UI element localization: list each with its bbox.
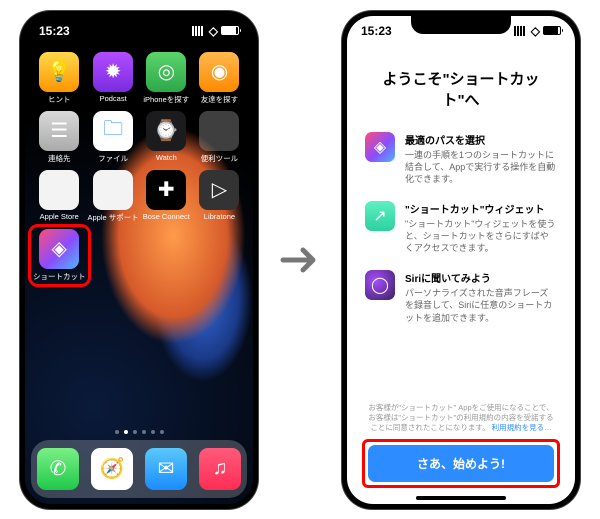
highlight-start-button: さあ、始めよう! [362, 439, 560, 488]
app-apple-support[interactable]: Apple サポート [88, 170, 139, 223]
app-label: 便利ツール [201, 153, 239, 164]
feature-widget: ↗ "ショートカット"ウィジェット "ショートカット"ウィジェットを使うと、ショ… [365, 201, 557, 254]
terms-link[interactable]: 利用規約を見る… [492, 423, 552, 432]
siri-icon: ◯ [365, 270, 395, 300]
dock-music[interactable]: ♫ [199, 448, 241, 490]
feature-desc: "ショートカット"ウィジェットを使うと、ショートカットをさらにすばやくアクセスで… [405, 218, 557, 254]
dock: ✆ 🧭 ✉ ♫ [31, 440, 247, 498]
app-contacts[interactable]: ☰ 連絡先 [33, 111, 86, 164]
arrow-right-icon [276, 239, 324, 281]
wifi-icon: ◇ [209, 24, 218, 38]
phone-welcome-screen: 15:23 ◇ ようこそ"ショートカット"へ ◈ 最適のパスを選択 一連の手順を… [342, 11, 580, 509]
app-label: ヒント [48, 94, 71, 105]
signal-icon [514, 26, 528, 36]
app-label: 連絡先 [48, 153, 71, 164]
feature-title: Siriに聞いてみよう [405, 270, 557, 285]
app-find-iphone[interactable]: ◎ iPhoneを探す [141, 52, 192, 105]
app-grid: 💡 ヒント ✹ Podcast ◎ iPhoneを探す ◉ 友達を探す ☰ 連絡先 🗀 ファ… [25, 46, 253, 282]
app-files[interactable]: 🗀 ファイル [88, 111, 139, 164]
status-indicators: ◇ [192, 24, 239, 38]
welcome-title: ようこそ"ショートカット"へ [365, 68, 557, 110]
battery-icon [543, 26, 561, 35]
dock-phone[interactable]: ✆ [37, 448, 79, 490]
bose-icon: ✚ [146, 170, 186, 210]
phone-home-screen: 15:23 ◇ 💡 ヒント ✹ Podcast ◎ iPhoneを探す ◉ 友達を探す … [20, 11, 258, 509]
app-label: Apple Store [40, 212, 79, 221]
wifi-icon: ◇ [531, 24, 540, 38]
apple-store-icon [39, 170, 79, 210]
feature-title: 最適のパスを選択 [405, 132, 557, 147]
app-label: ファイル [98, 153, 128, 164]
app-watch[interactable]: ⌚ Watch [141, 111, 192, 164]
feature-desc: パーソナライズされた音声フレーズを録音して、Siriに任意のショートカットを追加… [405, 287, 557, 323]
app-label: Podcast [100, 94, 127, 103]
find-friends-icon: ◉ [199, 52, 239, 92]
app-bose-connect[interactable]: ✚ Bose Connect [141, 170, 192, 223]
feature-desc: 一連の手順を1つのショートカットに結合して、Appで実行する操作を自動化できます… [405, 149, 557, 185]
app-utilities-folder[interactable]: 便利ツール [194, 111, 245, 164]
apple-support-icon [93, 170, 133, 210]
feature-siri: ◯ Siriに聞いてみよう パーソナライズされた音声フレーズを録音して、Siri… [365, 270, 557, 323]
dock-safari[interactable]: 🧭 [91, 448, 133, 490]
app-libratone[interactable]: ▷ Libratone [194, 170, 245, 223]
start-button[interactable]: さあ、始めよう! [368, 445, 554, 482]
status-time: 15:23 [39, 24, 70, 38]
find-iphone-icon: ◎ [146, 52, 186, 92]
app-shortcuts[interactable]: ◈ ショートカット [33, 229, 86, 282]
app-label: Apple サポート [88, 212, 139, 223]
status-time: 15:23 [361, 24, 392, 38]
shortcuts-icon: ◈ [365, 132, 395, 162]
podcast-icon: ✹ [93, 52, 133, 92]
utilities-folder-icon [199, 111, 239, 151]
shortcuts-icon: ◈ [39, 229, 79, 269]
app-label: 友達を探す [201, 94, 239, 105]
legal-text: お客様が"ショートカット" Appをご使用になることで、お客様は"ショートカット… [365, 403, 557, 432]
widget-icon: ↗ [365, 201, 395, 231]
status-bar: 15:23 ◇ [25, 16, 253, 46]
battery-icon [221, 26, 239, 35]
tips-icon: 💡 [39, 52, 79, 92]
app-tips[interactable]: 💡 ヒント [33, 52, 86, 105]
contacts-icon: ☰ [39, 111, 79, 151]
home-indicator[interactable] [416, 496, 506, 500]
highlight-shortcuts-app: ◈ ショートカット [28, 224, 91, 287]
signal-icon [192, 26, 206, 36]
app-podcast[interactable]: ✹ Podcast [88, 52, 139, 105]
dock-mail[interactable]: ✉ [145, 448, 187, 490]
feature-shortest-path: ◈ 最適のパスを選択 一連の手順を1つのショートカットに結合して、Appで実行す… [365, 132, 557, 185]
feature-title: "ショートカット"ウィジェット [405, 201, 557, 216]
app-find-friends[interactable]: ◉ 友達を探す [194, 52, 245, 105]
status-indicators: ◇ [514, 24, 561, 38]
app-label: iPhoneを探す [143, 94, 189, 105]
page-dots[interactable] [25, 430, 253, 434]
app-label: ショートカット [33, 271, 86, 282]
watch-icon: ⌚ [146, 111, 186, 151]
app-apple-store[interactable]: Apple Store [33, 170, 86, 223]
libratone-icon: ▷ [199, 170, 239, 210]
app-label: Libratone [204, 212, 235, 221]
files-icon: 🗀 [93, 111, 133, 151]
app-label: Watch [156, 153, 177, 162]
status-bar: 15:23 ◇ [347, 16, 575, 46]
app-label: Bose Connect [143, 212, 190, 221]
